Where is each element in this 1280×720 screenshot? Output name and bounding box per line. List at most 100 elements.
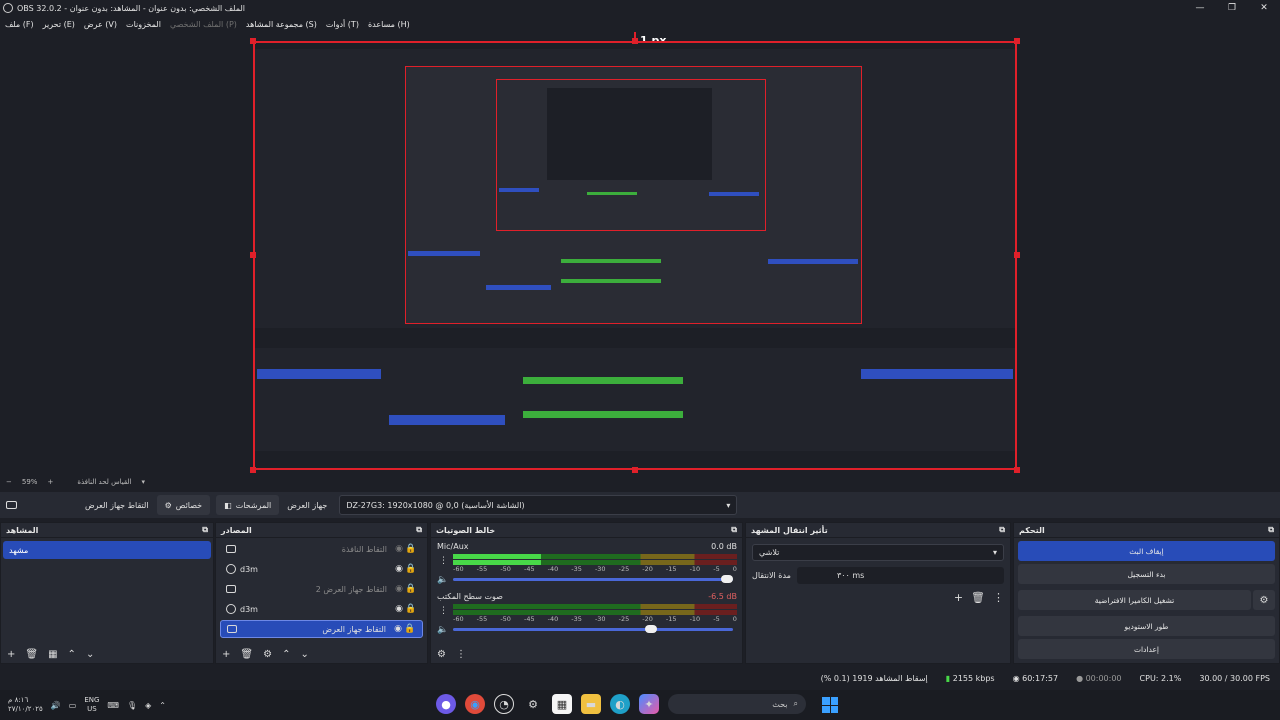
- undock-icon[interactable]: ⧉: [1268, 525, 1274, 535]
- add-scene-button[interactable]: +: [7, 649, 15, 660]
- resize-handle-tm[interactable]: [632, 38, 638, 44]
- minimize-button[interactable]: —: [1184, 0, 1216, 16]
- chrome-icon[interactable]: ◉: [465, 694, 485, 714]
- clock[interactable]: ٨:١٦ م ٢٧/١٠/٢٠٢٥: [8, 696, 43, 714]
- undock-icon[interactable]: ⧉: [999, 525, 1005, 535]
- remove-source-button[interactable]: 🗑: [240, 649, 253, 660]
- language-indicator[interactable]: ENG US: [84, 696, 99, 714]
- maximize-button[interactable]: ❐: [1216, 0, 1248, 16]
- menu-item[interactable]: المخزونات: [126, 20, 161, 29]
- source-properties-button[interactable]: ⚙: [263, 649, 272, 660]
- zoom-fit-label[interactable]: القياس لحد النافذة: [77, 478, 131, 486]
- display-icon[interactable]: ▭: [69, 701, 77, 710]
- visibility-eye-icon[interactable]: ◉: [393, 584, 405, 594]
- window-controls: — ❐ ✕: [1184, 0, 1280, 16]
- source-item[interactable]: التقاط النافذة ◉ 🔒: [220, 540, 423, 558]
- menu-item[interactable]: أدوات (T): [326, 20, 359, 29]
- zoom-dropdown-icon[interactable]: ▾: [142, 478, 146, 486]
- calendar-app-icon[interactable]: ▦: [552, 694, 572, 714]
- lock-icon[interactable]: 🔒: [404, 624, 416, 634]
- filters-button[interactable]: ◧ المرشحات: [216, 495, 280, 515]
- volume-slider[interactable]: [453, 575, 733, 583]
- file-explorer-icon[interactable]: ▬: [581, 694, 601, 714]
- resize-handle-tr[interactable]: [1014, 38, 1020, 44]
- chevron-up-icon[interactable]: ⌃: [159, 701, 166, 710]
- taskbar-search[interactable]: بحث ⌕: [668, 694, 806, 714]
- preview-canvas[interactable]: [253, 41, 1017, 470]
- resize-handle-br[interactable]: [1014, 467, 1020, 473]
- volume-icon[interactable]: 🔊: [51, 701, 61, 710]
- visibility-eye-icon[interactable]: ◉: [393, 544, 405, 554]
- duration-spinbox[interactable]: ٣٠٠ ms: [796, 567, 1004, 584]
- copilot-icon[interactable]: ✦: [639, 694, 659, 714]
- scene-filters-button[interactable]: ▦: [48, 649, 57, 660]
- volume-slider-knob[interactable]: [721, 575, 733, 583]
- studio-mode-button[interactable]: طور الاستوديو: [1018, 616, 1275, 636]
- move-down-button[interactable]: ⌄: [300, 649, 308, 660]
- add-source-button[interactable]: +: [222, 649, 230, 660]
- menu-item[interactable]: الملف الشخصي (P): [170, 20, 237, 29]
- source-item[interactable]: d3m ◉ 🔒: [220, 560, 423, 578]
- start-recording-button[interactable]: بدء التسجيل: [1018, 564, 1275, 584]
- speaker-icon[interactable]: 🔈: [437, 575, 448, 585]
- settings-app-icon[interactable]: ⚙: [523, 694, 543, 714]
- lock-icon[interactable]: 🔒: [405, 544, 417, 554]
- microphone-icon[interactable]: 🎙: [127, 701, 137, 710]
- channel-menu-icon[interactable]: ⋮: [439, 606, 448, 616]
- zoom-in-button[interactable]: +: [47, 478, 53, 486]
- move-up-button[interactable]: ⌃: [282, 649, 290, 660]
- source-item[interactable]: التقاط جهاز العرض ◉ 🔒: [220, 620, 423, 638]
- visibility-eye-icon[interactable]: ◉: [392, 624, 404, 634]
- resize-handle-bl[interactable]: [250, 467, 256, 473]
- virtual-camera-settings-button[interactable]: ⚙: [1253, 590, 1275, 610]
- close-button[interactable]: ✕: [1248, 0, 1280, 16]
- meter-tick: -40: [547, 565, 559, 573]
- lock-icon[interactable]: 🔒: [405, 564, 417, 574]
- channel-menu-icon[interactable]: ⋮: [439, 556, 448, 566]
- add-transition-button[interactable]: +: [954, 591, 963, 604]
- keyboard-icon[interactable]: ⌨: [107, 701, 119, 710]
- sources-list: التقاط النافذة ◉ 🔒 d3m ◉ 🔒 التقاط جهاز العرض 2…: [216, 540, 427, 638]
- menu-item[interactable]: مجموعة المشاهد (S): [246, 20, 317, 29]
- network-icon[interactable]: ◈: [145, 701, 151, 710]
- advanced-audio-button[interactable]: ⚙: [437, 649, 446, 660]
- volume-slider[interactable]: [453, 625, 733, 633]
- remove-transition-button[interactable]: 🗑: [971, 591, 985, 604]
- move-down-button[interactable]: ⌄: [86, 649, 94, 660]
- undock-icon[interactable]: ⧉: [202, 525, 208, 535]
- menu-item[interactable]: عرض (V): [84, 20, 117, 29]
- lock-icon[interactable]: 🔒: [405, 604, 417, 614]
- undock-icon[interactable]: ⧉: [731, 525, 737, 535]
- resize-handle-bm[interactable]: [632, 467, 638, 473]
- move-up-button[interactable]: ⌃: [68, 649, 76, 660]
- source-item[interactable]: d3m ◉ 🔒: [220, 600, 423, 618]
- start-button-icon[interactable]: [822, 697, 838, 713]
- visibility-eye-icon[interactable]: ◉: [393, 564, 405, 574]
- start-virtual-camera-button[interactable]: تشغيل الكاميرا الافتراضية: [1018, 590, 1251, 610]
- source-item[interactable]: التقاط جهاز العرض 2 ◉ 🔒: [220, 580, 423, 598]
- speaker-icon[interactable]: 🔈: [437, 625, 448, 635]
- transition-menu-button[interactable]: ⋮: [993, 591, 1004, 604]
- remove-scene-button[interactable]: 🗑: [25, 649, 38, 660]
- resize-handle-tl[interactable]: [250, 38, 256, 44]
- settings-button[interactable]: إعدادات: [1018, 639, 1275, 659]
- menu-item[interactable]: ملف (F): [5, 20, 34, 29]
- transition-select[interactable]: تلاشي ▾: [752, 544, 1004, 561]
- mixer-menu-button[interactable]: ⋮: [456, 649, 466, 660]
- stop-streaming-button[interactable]: إيقاف البث: [1018, 541, 1275, 561]
- undock-icon[interactable]: ⧉: [416, 525, 422, 535]
- edge-icon[interactable]: ◐: [610, 694, 630, 714]
- chat-app-icon[interactable]: ●: [436, 694, 456, 714]
- lock-icon[interactable]: 🔒: [405, 584, 417, 594]
- visibility-eye-icon[interactable]: ◉: [393, 604, 405, 614]
- volume-slider-knob[interactable]: [645, 625, 658, 633]
- zoom-out-button[interactable]: −: [6, 478, 12, 486]
- properties-button[interactable]: ⚙ خصائص: [156, 495, 211, 515]
- device-select[interactable]: DZ-27G3: 1920x1080 @ 0,0 (الشاشة الأساسي…: [339, 495, 738, 515]
- menu-item[interactable]: تحرير (E): [43, 20, 75, 29]
- obs-app-icon[interactable]: ◔: [494, 694, 514, 714]
- scene-item[interactable]: مشهد: [3, 541, 211, 559]
- resize-handle-mr[interactable]: [1014, 252, 1020, 258]
- resize-handle-ml[interactable]: [250, 252, 256, 258]
- menu-item[interactable]: مساعدة (H): [368, 20, 410, 29]
